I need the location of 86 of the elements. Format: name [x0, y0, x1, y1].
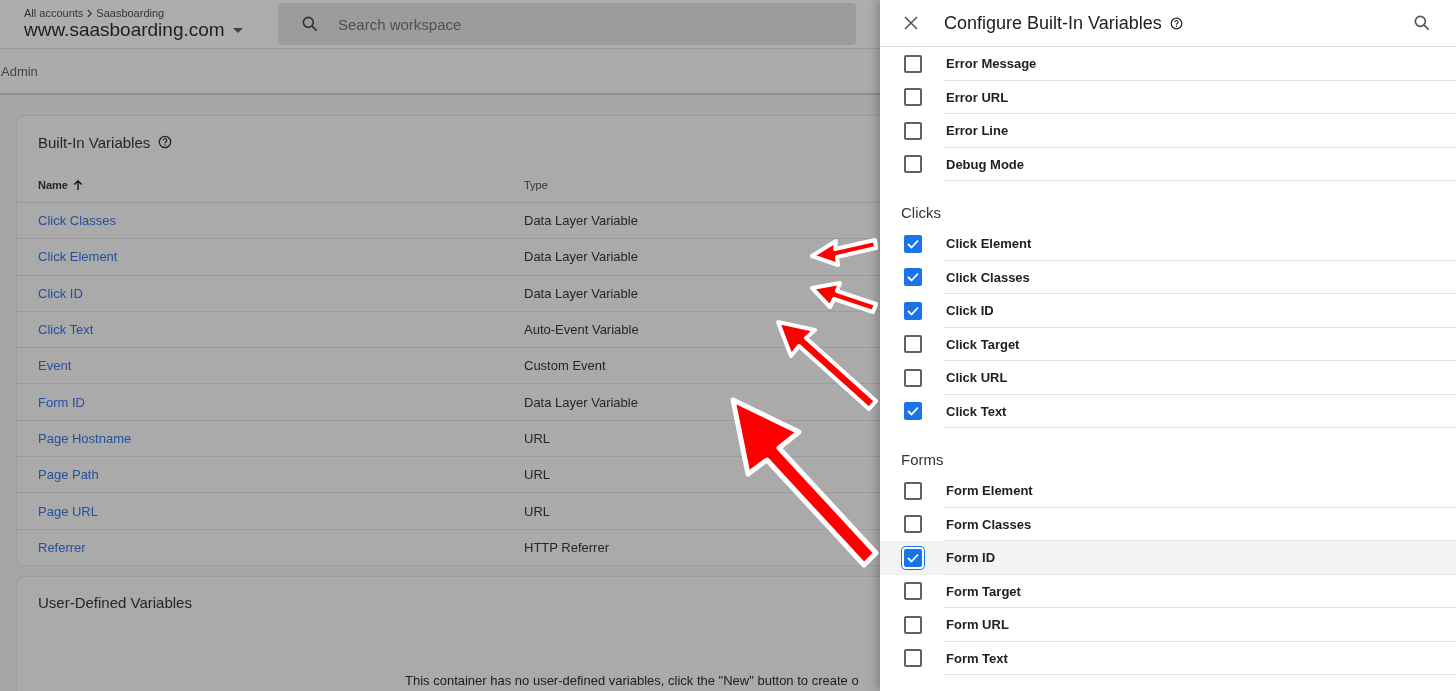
- variable-row[interactable]: Form Target: [880, 574, 1456, 608]
- variable-row[interactable]: Form URL: [880, 608, 1456, 642]
- checkbox[interactable]: [904, 481, 922, 500]
- variable-row[interactable]: Debug Mode: [880, 147, 1456, 181]
- checkbox[interactable]: [904, 121, 922, 140]
- checkbox[interactable]: [904, 335, 922, 354]
- panel-title: Configure Built-In Variables: [944, 12, 1162, 34]
- variable-row[interactable]: Form Classes: [880, 507, 1456, 541]
- checkmark-icon: [907, 552, 919, 563]
- close-icon[interactable]: [904, 16, 918, 30]
- help-icon[interactable]: [1169, 16, 1183, 30]
- checkbox[interactable]: [904, 402, 922, 421]
- help-icon[interactable]: [158, 135, 173, 149]
- variable-row[interactable]: Click URL: [880, 361, 1456, 395]
- checkmark-icon: [907, 305, 919, 316]
- variable-label: Form ID: [946, 550, 996, 566]
- checkbox[interactable]: [904, 88, 922, 107]
- variable-row[interactable]: Form Text: [880, 641, 1456, 675]
- variable-row[interactable]: Click Element: [880, 227, 1456, 261]
- table-cell: URL: [524, 503, 550, 519]
- variable-row[interactable]: Click Text: [880, 394, 1456, 428]
- checkbox[interactable]: [904, 54, 922, 73]
- table-cell: Data Layer Variable: [524, 249, 638, 265]
- variable-row[interactable]: Form ID: [880, 541, 1456, 575]
- sort-arrow-icon[interactable]: [72, 179, 83, 191]
- search-field[interactable]: Search workspace: [336, 14, 640, 34]
- variable-label: Error Message: [946, 56, 1037, 72]
- variable-label: Form Classes: [946, 516, 1032, 532]
- variable-label: Click URL: [946, 370, 1008, 386]
- variable-row[interactable]: Click Classes: [880, 260, 1456, 294]
- checkmark-icon: [907, 238, 919, 249]
- arrow: [810, 281, 878, 314]
- variable-row[interactable]: Click ID: [880, 294, 1456, 328]
- table-cell: HTTP Referrer: [524, 539, 609, 555]
- checkbox[interactable]: [904, 515, 922, 534]
- checkbox[interactable]: [904, 155, 922, 174]
- breadcrumb-link[interactable]: All accounts: [24, 7, 84, 19]
- card-title: User-Defined Variables: [38, 594, 192, 612]
- nav-tab[interactable]: Admin: [0, 63, 38, 79]
- variable-label: Error URL: [946, 89, 1009, 105]
- table-cell: URL: [524, 430, 550, 446]
- table-cell: URL: [524, 467, 550, 483]
- checkbox[interactable]: [904, 234, 922, 253]
- variable-row[interactable]: Error Message: [880, 47, 1456, 81]
- caret-icon[interactable]: [232, 27, 243, 33]
- table-cell: Data Layer Variable: [524, 285, 638, 301]
- variable-label: Click ID: [946, 303, 994, 319]
- checkmark-icon: [907, 272, 919, 283]
- checkbox[interactable]: [904, 301, 922, 320]
- variable-label: Click Target: [946, 336, 1020, 352]
- checkbox[interactable]: [904, 268, 922, 287]
- chevron-icon: [86, 8, 94, 18]
- checkbox[interactable]: [904, 548, 922, 567]
- variable-label: Form Text: [946, 650, 1008, 666]
- variable-label: Click Classes: [946, 269, 1030, 285]
- variable-label: Form Element: [946, 483, 1033, 499]
- variable-label: Click Text: [946, 403, 1007, 419]
- variable-row[interactable]: Click Target: [880, 327, 1456, 361]
- checkbox[interactable]: [904, 649, 922, 668]
- checkmark-icon: [907, 406, 919, 417]
- section-heading: Clicks: [901, 204, 941, 221]
- card-title: Built-In Variables: [38, 133, 151, 151]
- variable-label: Form URL: [946, 617, 1009, 633]
- column-header[interactable]: Name: [38, 179, 68, 191]
- checkbox[interactable]: [904, 368, 922, 387]
- variable-row[interactable]: Form Element: [880, 474, 1456, 508]
- breadcrumb-link[interactable]: Saasboarding: [96, 7, 165, 19]
- table-cell: Data Layer Variable: [524, 394, 638, 410]
- checkbox[interactable]: [904, 615, 922, 634]
- table-cell: Auto-Event Variable: [524, 322, 639, 338]
- variable-label: Form Target: [946, 583, 1021, 599]
- search-icon[interactable]: [1412, 13, 1432, 33]
- container-name[interactable]: www.saasboarding.com: [24, 19, 225, 41]
- variable-label: Click Element: [946, 236, 1032, 252]
- variable-label: Debug Mode: [946, 156, 1024, 172]
- table-cell: Custom Event: [524, 358, 606, 374]
- variable-row[interactable]: Error URL: [880, 80, 1456, 114]
- table-cell: Data Layer Variable: [524, 213, 638, 229]
- variable-row[interactable]: Error Line: [880, 114, 1456, 148]
- section-heading: Forms: [901, 451, 944, 468]
- arrow: [810, 238, 878, 267]
- variable-label: Error Line: [946, 123, 1009, 139]
- search-icon: [300, 14, 320, 34]
- column-header[interactable]: Type: [524, 179, 548, 191]
- empty-message: This container has no user-defined variables, click the "New" button to create o: [405, 672, 859, 688]
- checkbox[interactable]: [904, 582, 922, 601]
